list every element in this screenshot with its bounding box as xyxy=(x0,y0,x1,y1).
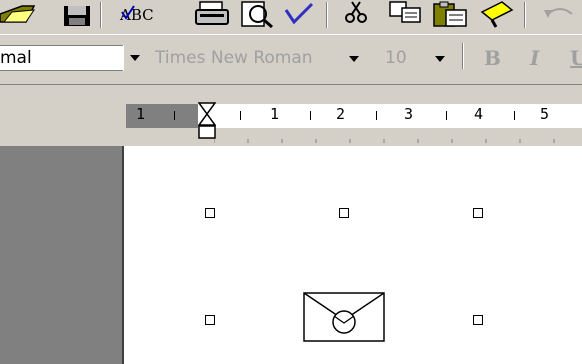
selection-handle[interactable] xyxy=(473,208,483,218)
ruler-number: 2 xyxy=(336,105,346,123)
left-margin-area xyxy=(0,146,122,364)
ruler-tick xyxy=(240,111,241,120)
cut-icon[interactable] xyxy=(340,0,374,28)
ruler-tick xyxy=(446,111,447,120)
font-value: Times New Roman xyxy=(155,48,313,68)
bold-button[interactable]: B xyxy=(484,46,501,70)
envelope-icon[interactable] xyxy=(303,292,385,342)
toolbar-separator xyxy=(462,43,464,69)
print-icon[interactable] xyxy=(194,0,234,28)
ruler-number: 1 xyxy=(270,105,280,123)
style-value: mal xyxy=(0,48,32,68)
style-dropdown-button[interactable] xyxy=(123,45,146,71)
toolbar-separator xyxy=(524,2,526,28)
toolbar-separator xyxy=(326,2,328,28)
ruler-number: 4 xyxy=(474,105,484,123)
print-preview-icon[interactable] xyxy=(238,0,278,29)
selection-handle[interactable] xyxy=(205,315,215,325)
italic-button[interactable]: I xyxy=(530,46,539,70)
formatting-toolbar: mal Times New Roman 10 B I U xyxy=(0,34,582,84)
ruler-number: 1 xyxy=(136,105,146,123)
ruler-tick xyxy=(310,111,311,120)
horizontal-ruler[interactable]: 1 1 2 3 4 5 xyxy=(126,102,582,143)
font-size-value: 10 xyxy=(385,48,407,68)
ruler-tick xyxy=(376,111,377,120)
chevron-down-icon xyxy=(130,55,140,61)
standard-toolbar: ABC xyxy=(0,0,582,34)
ruler-tick xyxy=(174,111,175,120)
ruler-minor-ticks xyxy=(213,130,582,143)
ruler-number: 5 xyxy=(540,105,550,123)
spell-check-icon[interactable] xyxy=(282,0,318,28)
ruler-number: 3 xyxy=(404,105,414,123)
undo-icon[interactable] xyxy=(540,0,582,28)
paste-icon[interactable] xyxy=(432,0,470,28)
underline-button[interactable]: U xyxy=(570,46,582,70)
font-size-combo[interactable]: 10 xyxy=(380,45,456,71)
open-folder-icon[interactable] xyxy=(0,0,40,28)
font-combo[interactable]: Times New Roman xyxy=(150,45,376,71)
ruler-text-area xyxy=(198,104,582,128)
spelling-icon[interactable]: ABC xyxy=(118,0,180,28)
chevron-down-icon xyxy=(435,56,445,62)
copy-icon[interactable] xyxy=(388,0,424,28)
toolbar-separator xyxy=(100,2,102,28)
selection-handle[interactable] xyxy=(473,315,483,325)
save-icon[interactable] xyxy=(60,0,94,28)
selection-handle[interactable] xyxy=(205,208,215,218)
ruler-tick xyxy=(514,111,515,120)
selection-handle[interactable] xyxy=(339,208,349,218)
format-painter-icon[interactable] xyxy=(478,0,518,28)
chevron-down-icon xyxy=(349,56,359,62)
